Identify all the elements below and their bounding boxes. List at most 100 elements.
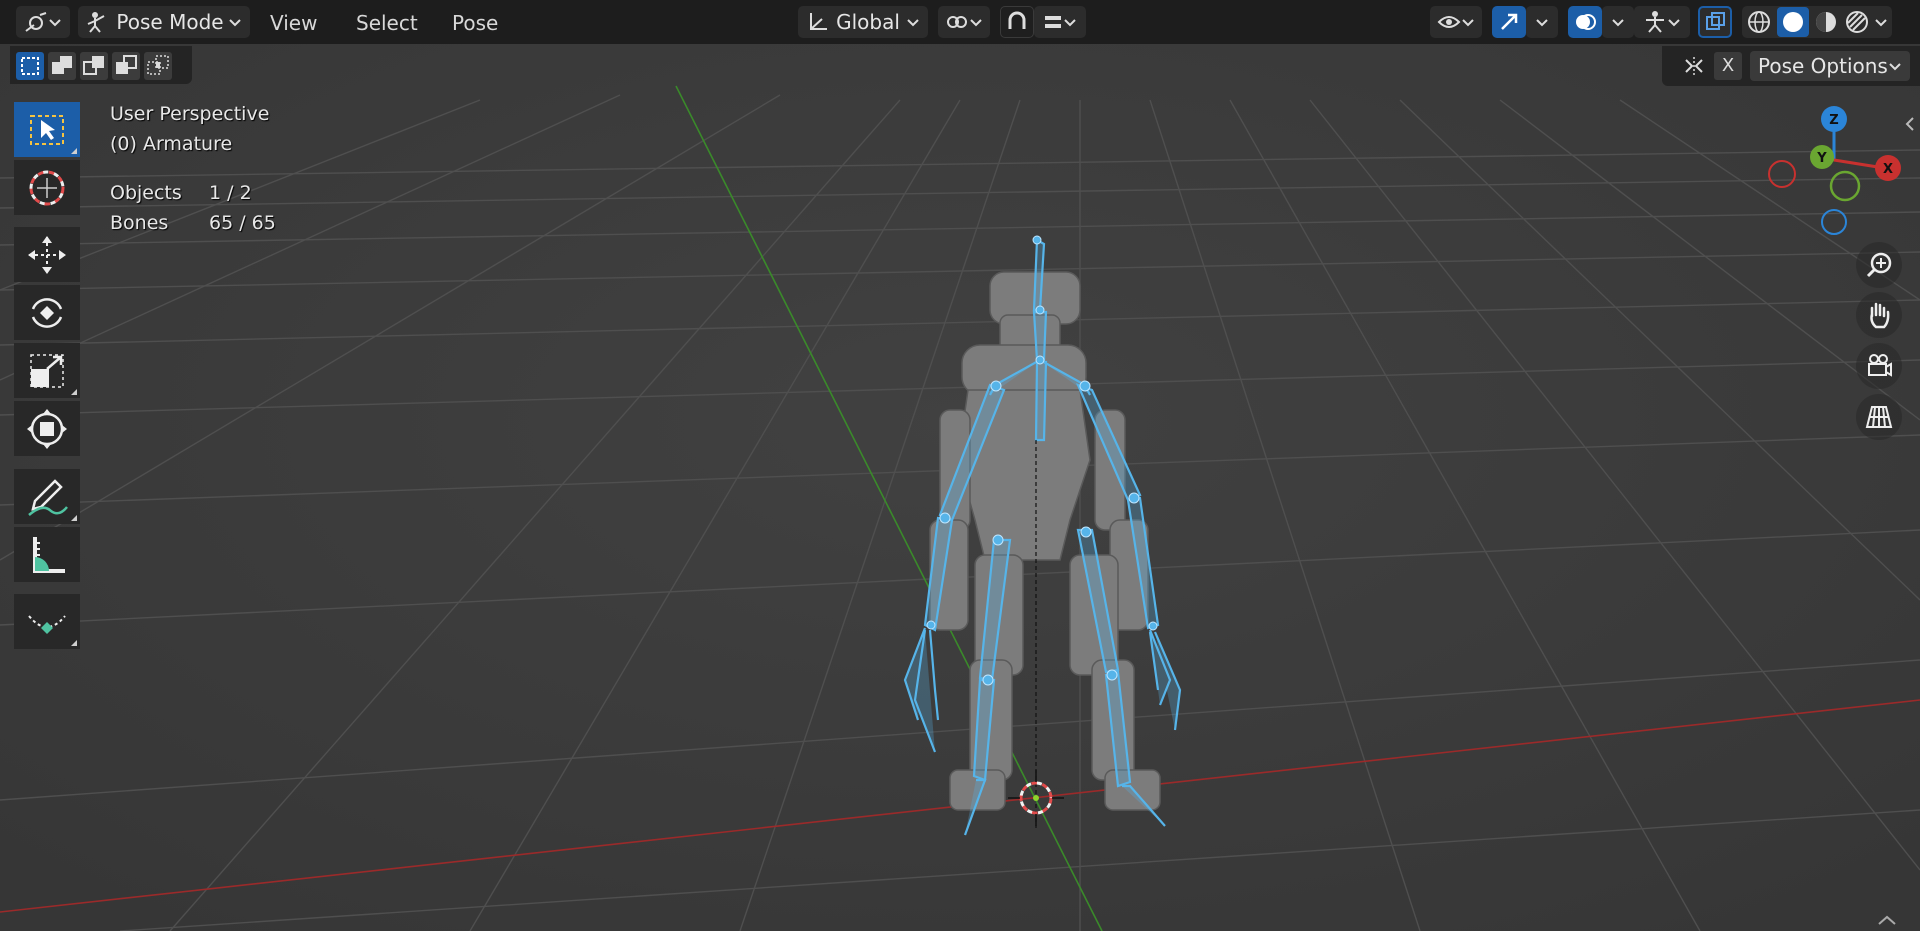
magnet-icon	[1008, 11, 1026, 29]
mirror-x-button[interactable]: X	[1714, 52, 1742, 80]
chevron-down-icon	[1462, 19, 1474, 27]
collapse-up-icon[interactable]	[1876, 914, 1898, 928]
annotate-tool[interactable]	[14, 469, 80, 524]
select-difference-icon	[116, 55, 137, 74]
neg-x-axis-handle[interactable]	[1768, 160, 1796, 188]
overlays-dropdown[interactable]	[1602, 6, 1634, 38]
select-box-tool[interactable]	[14, 102, 80, 157]
transform-tool[interactable]	[14, 401, 80, 456]
annotate-pencil-icon	[28, 478, 68, 516]
neg-y-axis-handle[interactable]	[1829, 170, 1861, 202]
material-shading-icon[interactable]	[1813, 9, 1839, 35]
transform-icon	[27, 408, 67, 449]
overlays-icon	[1576, 14, 1596, 30]
viewport-header: Pose Mode View Select Pose Global	[0, 0, 1920, 44]
select-new-button[interactable]	[16, 52, 44, 80]
stat-bones-label: Bones	[110, 212, 169, 234]
editor-type-selector[interactable]	[16, 6, 70, 38]
pose-options-label: Pose Options	[1758, 54, 1888, 78]
solid-shading-button[interactable]	[1776, 7, 1809, 37]
camera-view-icon	[1868, 354, 1892, 377]
chevron-down-icon	[1536, 19, 1548, 27]
mode-label: Pose Mode	[116, 10, 224, 34]
relax-pose-tool[interactable]	[14, 594, 80, 649]
viewport-scene[interactable]	[0, 0, 1920, 931]
relax-pose-icon	[28, 614, 66, 634]
menu-select[interactable]: Select	[348, 9, 426, 37]
scale-tool[interactable]	[14, 343, 80, 398]
object-name: (0) Armature	[110, 133, 233, 155]
neg-z-axis-handle[interactable]	[1821, 209, 1847, 235]
sidebar-toggle-icon[interactable]	[1904, 116, 1916, 132]
camera-view-button[interactable]	[1856, 343, 1902, 389]
gizmo-arrow-icon	[1501, 13, 1518, 30]
stat-objects-label: Objects	[110, 182, 182, 204]
transform-orientation-selector[interactable]: Global	[798, 6, 928, 38]
mirror-pose-icon[interactable]	[1682, 54, 1708, 78]
select-difference-button[interactable]	[112, 52, 140, 80]
overlays-toggle[interactable]	[1568, 6, 1602, 38]
zoom-button[interactable]	[1856, 242, 1902, 288]
snap-increment-icon	[1045, 16, 1061, 28]
shading-mode-group	[1742, 6, 1892, 38]
gizmo-dropdown[interactable]	[1526, 6, 1558, 38]
scale-icon	[30, 353, 64, 388]
select-box-icon	[30, 114, 64, 145]
wireframe-shading-icon[interactable]	[1746, 9, 1772, 35]
select-extend-button[interactable]	[48, 52, 76, 80]
z-axis-label: Z	[1829, 113, 1838, 128]
move-tool[interactable]	[14, 227, 80, 282]
visibility-selector[interactable]	[1430, 6, 1482, 38]
pose-options-dropdown[interactable]: Pose Options	[1750, 51, 1910, 81]
pan-button[interactable]	[1856, 292, 1902, 338]
gizmo-toggle[interactable]	[1492, 6, 1526, 38]
rotate-tool[interactable]	[14, 285, 80, 340]
chevron-down-icon[interactable]	[1874, 17, 1888, 27]
orientation-axes-icon	[810, 13, 827, 30]
snap-target-selector[interactable]	[1034, 6, 1086, 38]
perspective-toggle-button[interactable]	[1856, 394, 1902, 440]
rendered-shading-icon[interactable]	[1844, 9, 1870, 35]
select-subtract-icon	[83, 56, 104, 75]
chevron-down-icon	[1889, 63, 1901, 71]
pivot-link-icon	[947, 16, 967, 28]
menu-view[interactable]: View	[262, 9, 325, 37]
bone-overlay-selector[interactable]	[1634, 6, 1690, 38]
chevron-down-icon	[1064, 19, 1076, 27]
tool-variant-indicator	[71, 640, 77, 646]
move-arrows-icon	[28, 235, 66, 274]
x-axis-label: X	[1883, 162, 1893, 177]
cursor-tool[interactable]	[14, 160, 80, 215]
stat-bones-value: 65 / 65	[209, 212, 276, 234]
snap-toggle[interactable]	[1000, 6, 1034, 38]
pivot-point-selector[interactable]	[938, 6, 990, 38]
xray-toggle[interactable]	[1698, 6, 1732, 38]
orientation-label: Global	[836, 10, 900, 34]
blender-3d-viewport: Pose Mode View Select Pose Global X Pose…	[0, 0, 1920, 931]
select-new-icon	[21, 57, 39, 75]
3d-viewport-icon	[25, 12, 47, 32]
rotate-icon	[31, 297, 63, 328]
mode-selector[interactable]: Pose Mode	[78, 6, 250, 38]
eye-icon	[1437, 16, 1461, 28]
chevron-down-icon	[1612, 19, 1624, 27]
zoom-icon	[1866, 252, 1892, 278]
menu-pose[interactable]: Pose	[444, 9, 506, 37]
solid-shading-icon	[1782, 12, 1803, 32]
select-extend-icon	[52, 56, 72, 74]
measure-tool[interactable]	[14, 527, 80, 582]
stat-objects-value: 1 / 2	[209, 182, 252, 204]
navigation-gizmo[interactable]: Z Y X	[1760, 100, 1910, 240]
pose-mode-icon	[87, 12, 105, 33]
chevron-down-icon	[1668, 19, 1680, 27]
xray-icon	[1706, 12, 1725, 30]
select-intersect-button[interactable]	[144, 52, 172, 80]
measure-ruler-icon	[33, 536, 65, 573]
select-subtract-button[interactable]	[80, 52, 108, 80]
view-name: User Perspective	[110, 103, 270, 125]
grid-view-icon	[1865, 406, 1893, 428]
chevron-down-icon	[970, 19, 982, 27]
armature-icon	[1646, 11, 1664, 33]
chevron-down-icon	[907, 19, 919, 27]
select-intersect-icon	[147, 55, 169, 75]
